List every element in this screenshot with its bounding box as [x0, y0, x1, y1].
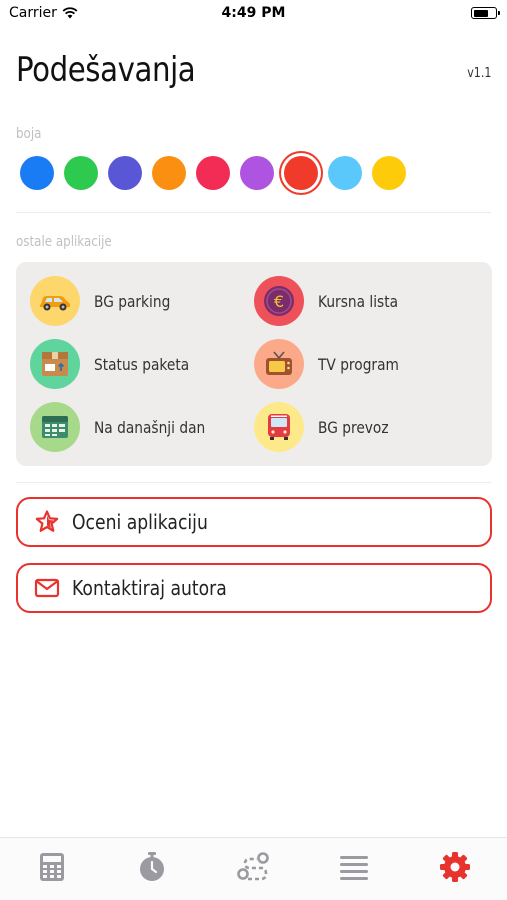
list-icon: [340, 856, 368, 880]
route-icon: [237, 852, 269, 881]
rate-app-button[interactable]: Oceni aplikaciju: [16, 497, 492, 547]
app-label: BG parking: [94, 291, 171, 311]
color-swatch[interactable]: [64, 156, 98, 190]
app-label: Kursna lista: [318, 291, 399, 311]
euro-icon: €: [254, 276, 304, 326]
app-label: BG prevoz: [318, 417, 389, 437]
car-icon: [30, 276, 80, 326]
color-swatch[interactable]: [328, 156, 362, 190]
divider: [16, 482, 491, 483]
color-swatch[interactable]: [108, 156, 142, 190]
star-icon: [32, 509, 62, 535]
color-swatch[interactable]: [240, 156, 274, 190]
svg-text:€: €: [274, 292, 284, 311]
tab-stopwatch[interactable]: [135, 850, 169, 884]
color-swatch[interactable]: [372, 156, 406, 190]
status-bar: Carrier 4:49 PM: [0, 0, 507, 30]
bus-icon: [254, 402, 304, 452]
calendar-icon: [30, 402, 80, 452]
divider: [16, 212, 491, 213]
contact-author-label: Kontaktiraj autora: [72, 576, 227, 600]
tab-calculator[interactable]: [35, 850, 69, 884]
page-title: Podešavanja: [16, 50, 196, 90]
calculator-icon: [40, 853, 64, 881]
package-icon: [30, 339, 80, 389]
mail-icon: [32, 578, 62, 598]
settings-icon: [440, 852, 470, 882]
app-item-tv-program[interactable]: TV program: [254, 339, 412, 389]
color-swatch[interactable]: [152, 156, 186, 190]
tab-settings[interactable]: [438, 850, 472, 884]
color-section-label: boja: [16, 126, 42, 142]
apps-section-label: ostale aplikacije: [16, 234, 112, 250]
app-label: Status paketa: [94, 354, 190, 374]
color-swatch[interactable]: [196, 156, 230, 190]
color-swatch[interactable]: [20, 156, 54, 190]
app-item-kursna-lista[interactable]: € Kursna lista: [254, 276, 411, 326]
app-label: Na današnji dan: [94, 417, 206, 437]
app-item-na-danasnji-dan[interactable]: Na današnji dan: [30, 402, 223, 452]
app-label: TV program: [318, 354, 399, 374]
color-swatch-selected[interactable]: [284, 156, 318, 190]
rate-app-label: Oceni aplikaciju: [72, 510, 208, 534]
battery-icon: [471, 7, 500, 19]
tab-list[interactable]: [337, 850, 371, 884]
app-item-bg-parking[interactable]: BG parking: [30, 276, 183, 326]
tab-bar: [0, 837, 507, 900]
app-item-status-paketa[interactable]: Status paketa: [30, 339, 205, 389]
app-item-bg-prevoz[interactable]: BG prevoz: [254, 402, 400, 452]
tv-icon: [254, 339, 304, 389]
color-picker: [20, 156, 406, 190]
stopwatch-icon: [140, 852, 164, 881]
other-apps-card: BG parking € Kursna lista Status paketa: [16, 262, 492, 466]
clock: 4:49 PM: [221, 5, 286, 21]
battery-fill: [473, 9, 488, 17]
tab-route[interactable]: [236, 850, 270, 884]
version-label: v1.1: [466, 66, 491, 81]
contact-author-button[interactable]: Kontaktiraj autora: [16, 563, 492, 613]
